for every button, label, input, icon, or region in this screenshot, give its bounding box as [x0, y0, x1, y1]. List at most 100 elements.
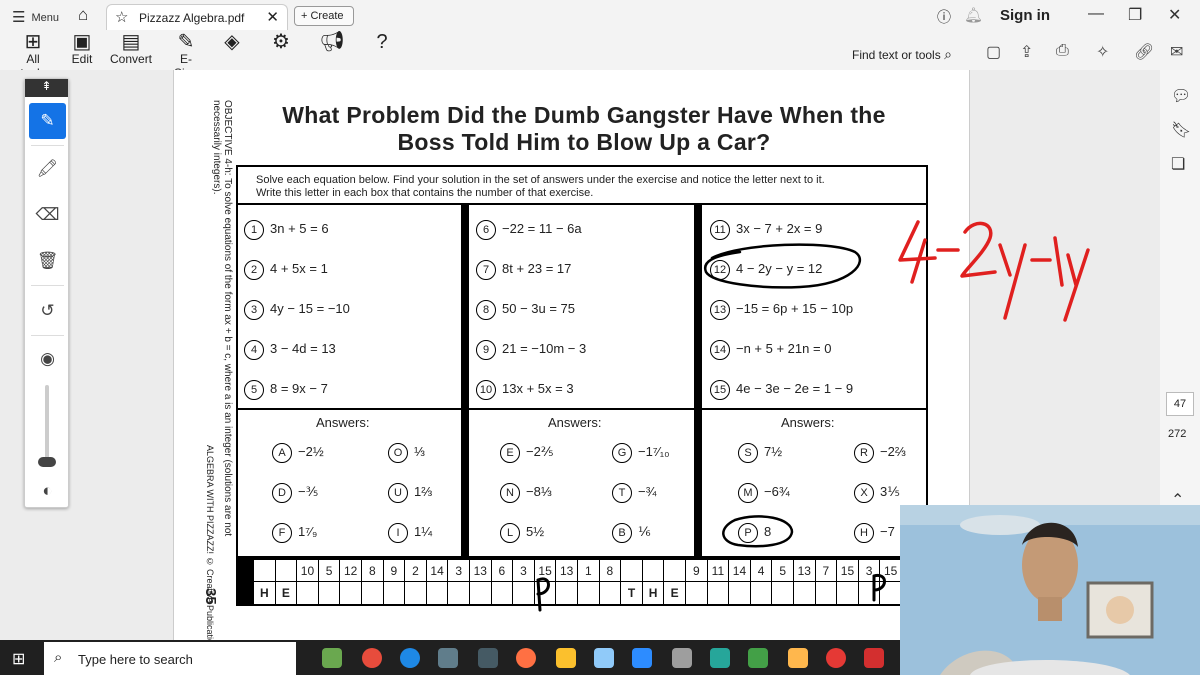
link-icon[interactable]: 🔗︎: [1134, 42, 1154, 62]
answer-F: F 1⁷⁄₉: [272, 523, 317, 543]
mail-icon[interactable]: ✉: [1170, 42, 1183, 62]
ai-assistant-icon[interactable]: ✧: [1096, 42, 1109, 62]
code-letter: [751, 582, 772, 603]
code-letter: E: [670, 586, 679, 600]
plus-icon: ⊞: [24, 31, 42, 53]
answer-letter: T: [612, 483, 632, 503]
convert-button[interactable]: ▤ Convert: [110, 32, 152, 66]
code-box: 10: [297, 560, 319, 604]
answer-letter: H: [854, 523, 874, 543]
app-icon[interactable]: [672, 648, 692, 668]
answer-letter: X: [854, 483, 874, 503]
eraser-icon[interactable]: ⌫: [29, 197, 66, 233]
undo-icon[interactable]: ↺: [29, 293, 66, 329]
column-divider: [694, 205, 702, 558]
edit-button[interactable]: ▣ Edit: [70, 32, 94, 66]
answer-value: −6¾: [764, 484, 790, 499]
exercise-number: 2: [244, 260, 264, 280]
code-letter: H: [259, 586, 269, 600]
code-number: [642, 560, 664, 582]
code-letter: [340, 582, 361, 603]
taskbar: ⊞ ⌕ Type here to search: [0, 640, 900, 675]
sign-in-button[interactable]: Sign in: [1000, 7, 1050, 24]
star-icon[interactable]: ☆: [115, 8, 128, 26]
code-box: T: [621, 560, 643, 604]
create-button[interactable]: + Create: [294, 6, 354, 26]
answer-S: S 7½: [738, 443, 782, 463]
code-number: 3: [448, 560, 469, 582]
comment-icon[interactable]: 💬︎: [1171, 86, 1191, 106]
page-number-input[interactable]: 47: [1166, 392, 1194, 416]
app-icon[interactable]: [788, 648, 808, 668]
code-number: 5: [772, 560, 793, 582]
answer-letter: G: [612, 443, 632, 463]
exercise-number: 3: [244, 300, 264, 320]
calculator-icon[interactable]: [478, 648, 498, 668]
acrobat-icon[interactable]: [864, 648, 884, 668]
answer-O: O⅓: [388, 443, 425, 463]
highlighter-icon[interactable]: 🖍︎: [29, 151, 66, 187]
upload-icon[interactable]: ⇪: [1020, 42, 1033, 62]
code-box: 8: [362, 560, 384, 604]
code-box: 14: [426, 560, 449, 604]
code-box: 1: [578, 560, 600, 604]
pages-icon[interactable]: ❏: [1171, 154, 1185, 174]
code-box: 4: [750, 560, 773, 604]
home-icon[interactable]: ⌂: [78, 5, 88, 25]
save-icon[interactable]: ▢: [986, 42, 1001, 62]
code-box-strip: H E 10 5 12 8 9 2 14 3 13 6 3 15 13 1 8 T H E 9 11 14 4 5 13 7 15 3 1…: [236, 558, 928, 606]
code-number: [275, 560, 297, 582]
collapse-icon[interactable]: ⇞: [25, 79, 68, 97]
settings-button[interactable]: ⚙: [268, 32, 294, 52]
app-icon[interactable]: [748, 648, 768, 668]
answer-value: −2½: [298, 444, 324, 459]
firefox-icon[interactable]: [516, 648, 536, 668]
bookmark-icon[interactable]: 🔖︎: [1171, 120, 1191, 140]
exercise-5: 5 8 = 9x − 7: [244, 380, 328, 400]
close-window-icon[interactable]: ✕: [1168, 5, 1181, 25]
layers-icon: ◈: [224, 31, 240, 53]
app-icon[interactable]: [438, 648, 458, 668]
exercise-equation: −n + 5 + 21n = 0: [736, 341, 832, 356]
exercise-equation: −15 = 6p + 15 − 10p: [736, 301, 854, 316]
announcement-button[interactable]: 📢︎: [318, 32, 346, 52]
maximize-icon[interactable]: ❐: [1128, 5, 1142, 25]
document-tab[interactable]: ☆ Pizzazz Algebra.pdf ✕: [106, 4, 288, 30]
webcam-presenter-image: [900, 505, 1200, 675]
bell-icon[interactable]: 🔔︎: [964, 6, 983, 24]
exercise-number: 8: [476, 300, 496, 320]
find-text-tools[interactable]: Find text or tools ⌕: [852, 46, 952, 63]
code-box: 14: [729, 560, 751, 604]
menu-button[interactable]: ☰ Menu: [12, 8, 59, 26]
code-box: E: [664, 560, 686, 604]
app-icon[interactable]: [594, 648, 614, 668]
code-box: 9: [686, 560, 708, 604]
windows-start-icon[interactable]: ⊞: [12, 649, 25, 669]
pen-tool-icon[interactable]: ✎: [29, 103, 66, 139]
zoom-icon[interactable]: [632, 648, 652, 668]
exercise-6: 6 −22 = 11 − 6a: [476, 220, 582, 240]
app-icon[interactable]: [556, 648, 576, 668]
taskbar-search[interactable]: ⌕ Type here to search: [44, 642, 296, 675]
edge-icon[interactable]: [400, 648, 420, 668]
answer-letter: S: [738, 443, 758, 463]
trash-icon[interactable]: 🗑︎: [29, 243, 66, 279]
app-icon[interactable]: [710, 648, 730, 668]
slider-handle[interactable]: [38, 457, 56, 467]
help-button[interactable]: ?: [372, 32, 392, 52]
print-icon[interactable]: ⎙: [1056, 42, 1069, 60]
answer-value: −2⅖: [526, 444, 554, 459]
code-letter: T: [627, 586, 636, 600]
help-icon[interactable]: ⓘ: [937, 7, 951, 27]
minimize-icon[interactable]: —: [1088, 5, 1104, 23]
opacity-icon[interactable]: ◐: [29, 473, 66, 509]
layers-button[interactable]: ◈: [220, 32, 244, 52]
stroke-size-slider[interactable]: [45, 385, 49, 463]
code-box: E: [275, 560, 298, 604]
chrome-icon[interactable]: [826, 648, 846, 668]
chrome-icon[interactable]: [362, 648, 382, 668]
paint-app-icon[interactable]: [322, 648, 342, 668]
credit-text: ALGEBRA WITH PIZZAZZ! © Creative Publica…: [205, 445, 215, 654]
close-tab-icon[interactable]: ✕: [266, 8, 279, 26]
color-picker-icon[interactable]: ◉: [29, 341, 66, 377]
